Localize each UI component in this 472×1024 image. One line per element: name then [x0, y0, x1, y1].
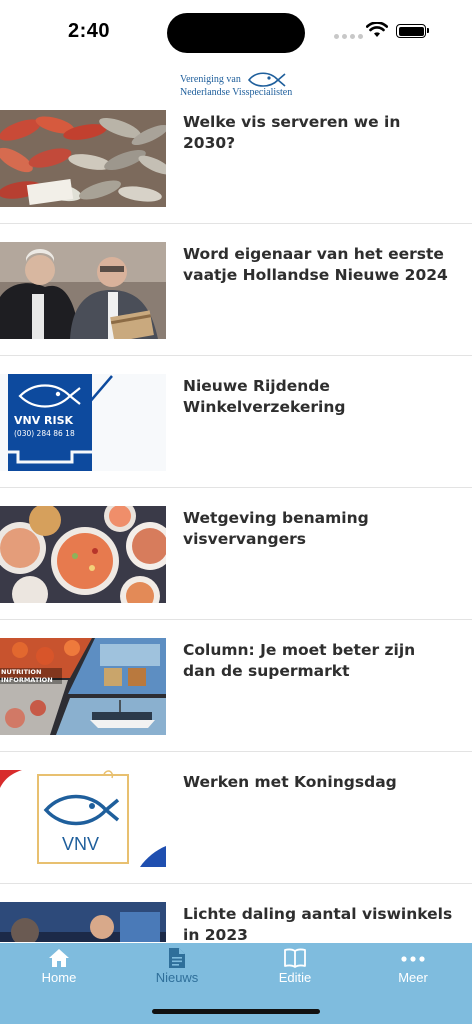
status-bar: 2:40	[0, 0, 472, 62]
home-indicator[interactable]	[152, 1009, 320, 1014]
tab-nieuws[interactable]: Nieuws	[118, 943, 236, 991]
more-icon	[401, 956, 425, 962]
news-title: Werken met Koningsdag	[183, 773, 397, 791]
news-item[interactable]: Lichte daling aantal viswinkels in 2023	[0, 884, 472, 942]
book-icon	[284, 948, 306, 968]
battery-icon	[396, 24, 429, 38]
dynamic-island	[167, 13, 305, 53]
collage-text-nutrition: NUTRITION	[1, 668, 42, 676]
document-icon	[169, 948, 185, 968]
vnv-risk-logo: VNV RISK (030) 284 86 18	[0, 374, 166, 471]
tab-meer-label: Meer	[398, 970, 428, 985]
cellular-signal-icon	[334, 34, 363, 39]
status-time: 2:40	[68, 20, 111, 42]
news-title: Nieuwe Rijdende Winkelverzekering	[183, 377, 346, 416]
news-item[interactable]: VNV Werken met Koningsdag	[0, 752, 472, 884]
news-title: Column: Je moet beter zijn dan de superm…	[183, 641, 416, 680]
two-men-with-barrel-photo	[0, 242, 166, 339]
tv-studio-photo	[0, 902, 166, 942]
news-item[interactable]: VNV RISK (030) 284 86 18 Nieuwe Rijdende…	[0, 356, 472, 488]
news-item[interactable]: Welke vis serveren we in 2030?	[0, 92, 472, 224]
news-item[interactable]: Wetgeving benaming visvervangers	[0, 488, 472, 620]
news-title: Lichte daling aantal viswinkels in 2023	[183, 905, 453, 942]
news-title: Wetgeving benaming visvervangers	[183, 509, 369, 548]
fish-market-photo	[0, 110, 166, 207]
collage-text-information: INFORMATION	[1, 676, 53, 684]
vnv-risk-text: VNV RISK	[14, 414, 74, 427]
tab-nieuws-label: Nieuws	[155, 970, 199, 985]
seafood-collage-photo: NUTRITION INFORMATION	[0, 638, 166, 735]
wifi-icon	[366, 22, 388, 37]
tab-editie[interactable]: Editie	[236, 943, 354, 991]
news-item[interactable]: Word eigenaar van het eerste vaatje Holl…	[0, 224, 472, 356]
vnv-risk-phone: (030) 284 86 18	[14, 429, 75, 438]
news-title: Welke vis serveren we in 2030?	[183, 113, 401, 152]
tab-home[interactable]: Home	[0, 943, 118, 991]
fish-logo-icon	[247, 72, 286, 87]
logo-text-line1: Vereniging van	[180, 74, 241, 85]
news-title: Word eigenaar van het eerste vaatje Holl…	[183, 245, 448, 284]
vnv-logo: VNV	[0, 770, 166, 867]
news-item[interactable]: NUTRITION INFORMATION Column: Je moet be…	[0, 620, 472, 752]
home-icon	[49, 949, 69, 967]
tab-home-label: Home	[41, 970, 77, 985]
seafood-dishes-photo	[0, 506, 166, 603]
tab-editie-label: Editie	[278, 970, 312, 985]
tab-meer[interactable]: Meer	[354, 943, 472, 991]
news-list[interactable]: Welke vis serveren we in 2030? Word eige…	[0, 92, 472, 942]
vnv-logo-text: VNV	[62, 834, 100, 854]
